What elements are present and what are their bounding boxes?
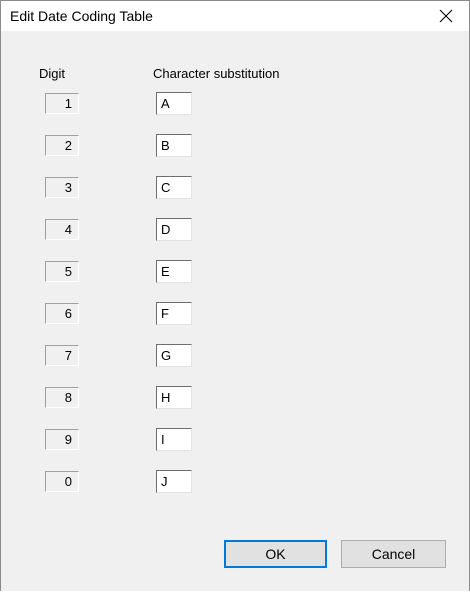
- character-field-6[interactable]: [156, 302, 192, 325]
- digit-label-4: 4: [45, 219, 79, 240]
- edit-date-coding-dialog: Edit Date Coding Table Digit Character s…: [0, 0, 470, 591]
- cancel-button[interactable]: Cancel: [341, 540, 446, 568]
- character-field-1[interactable]: [156, 92, 192, 115]
- character-field-8[interactable]: [156, 386, 192, 409]
- character-field-5[interactable]: [156, 260, 192, 283]
- digit-label-1: 1: [45, 93, 79, 114]
- dialog-title: Edit Date Coding Table: [10, 8, 153, 24]
- character-field-3[interactable]: [156, 176, 192, 199]
- close-icon: [439, 9, 453, 23]
- ok-button[interactable]: OK: [224, 540, 327, 568]
- character-field-0[interactable]: [156, 470, 192, 493]
- character-field-9[interactable]: [156, 428, 192, 451]
- digit-column-header: Digit: [39, 66, 66, 81]
- digit-label-2: 2: [45, 135, 79, 156]
- digit-label-6: 6: [45, 303, 79, 324]
- digit-label-0: 0: [45, 471, 79, 492]
- digit-label-7: 7: [45, 345, 79, 366]
- digit-label-8: 8: [45, 387, 79, 408]
- character-field-2[interactable]: [156, 134, 192, 157]
- close-button[interactable]: [423, 1, 469, 31]
- character-substitution-column-header: Character substitution: [153, 66, 280, 81]
- title-bar: Edit Date Coding Table: [1, 1, 469, 31]
- digit-label-9: 9: [45, 429, 79, 450]
- character-field-7[interactable]: [156, 344, 192, 367]
- character-field-4[interactable]: [156, 218, 192, 241]
- digit-label-3: 3: [45, 177, 79, 198]
- digit-label-5: 5: [45, 261, 79, 282]
